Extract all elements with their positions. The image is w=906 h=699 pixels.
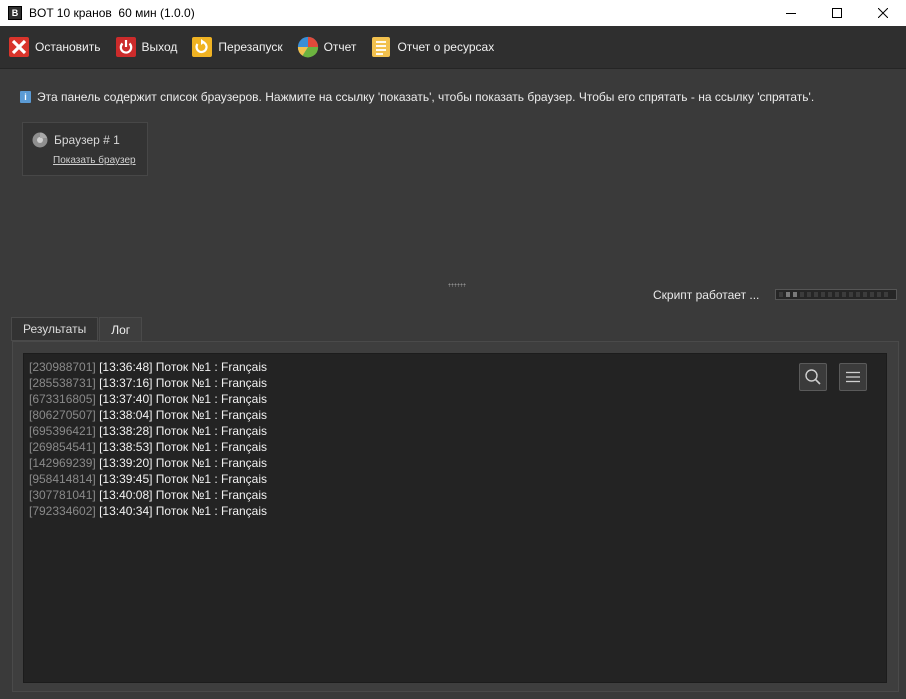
info-message: i Эта панель содержит список браузеров. …	[20, 90, 900, 104]
tab-log[interactable]: Лог	[99, 317, 143, 342]
log-line: [269854541] [13:38:53] Поток №1 : França…	[29, 439, 886, 455]
browser-card: Браузер # 1 Показать браузер	[22, 122, 148, 176]
toolbar: Остановить Выход Перезапуск Отчет Отчет …	[0, 26, 906, 69]
resources-report-button[interactable]: Отчет о ресурсах	[370, 32, 494, 62]
log-line-id: [269854541]	[29, 440, 96, 454]
log-search-button[interactable]	[799, 363, 827, 391]
restart-button[interactable]: Перезапуск	[191, 32, 283, 62]
tab-results[interactable]: Результаты	[11, 317, 99, 341]
log-line-id: [695396421]	[29, 424, 96, 438]
browser-card-header: Браузер # 1	[32, 132, 120, 148]
log-menu-button[interactable]	[839, 363, 867, 391]
stop-icon	[8, 36, 30, 58]
log-line-message: [13:37:40] Поток №1 : Français	[99, 392, 268, 406]
log-line: [142969239] [13:39:20] Поток №1 : França…	[29, 455, 886, 471]
report-button[interactable]: Отчет	[297, 32, 357, 62]
minimize-icon	[786, 13, 796, 14]
log-line: [230988701] [13:36:48] Поток №1 : França…	[29, 359, 886, 375]
close-button[interactable]	[860, 0, 906, 26]
log-output: [230988701] [13:36:48] Поток №1 : França…	[23, 353, 887, 683]
browser-title: Браузер # 1	[54, 133, 120, 147]
log-line-message: [13:38:28] Поток №1 : Français	[99, 424, 268, 438]
log-line: [673316805] [13:37:40] Поток №1 : França…	[29, 391, 886, 407]
minimize-button[interactable]	[768, 0, 814, 26]
log-line-message: [13:36:48] Поток №1 : Français	[99, 360, 268, 374]
log-line-message: [13:40:34] Поток №1 : Français	[99, 504, 268, 518]
exit-label: Выход	[141, 40, 178, 54]
log-line-message: [13:38:53] Поток №1 : Français	[99, 440, 268, 454]
maximize-button[interactable]	[814, 0, 860, 26]
stop-label: Остановить	[35, 40, 101, 54]
log-line: [285538731] [13:37:16] Поток №1 : França…	[29, 375, 886, 391]
log-line-id: [142969239]	[29, 456, 96, 470]
log-panel: [230988701] [13:36:48] Поток №1 : França…	[12, 341, 899, 692]
log-line-message: [13:40:08] Поток №1 : Français	[99, 488, 268, 502]
resources-report-label: Отчет о ресурсах	[397, 40, 495, 54]
log-line: [806270507] [13:38:04] Поток №1 : França…	[29, 407, 886, 423]
log-line: [307781041] [13:40:08] Поток №1 : França…	[29, 487, 886, 503]
maximize-icon	[832, 8, 842, 18]
browser-icon	[32, 132, 48, 148]
panel-splitter-handle[interactable]	[448, 283, 466, 287]
log-line-id: [230988701]	[29, 360, 96, 374]
pie-chart-icon	[297, 36, 319, 58]
log-line-id: [806270507]	[29, 408, 96, 422]
log-tools	[787, 363, 867, 391]
log-line-id: [285538731]	[29, 376, 96, 390]
app-icon: B	[8, 6, 22, 20]
window-title: BOT 10 кранов 60 мин (1.0.0)	[29, 6, 195, 20]
bottom-tabs: Результаты Лог	[11, 317, 143, 342]
report-label: Отчет	[323, 40, 357, 54]
close-icon	[878, 8, 888, 18]
exit-button[interactable]: Выход	[115, 32, 178, 62]
log-line-message: [13:38:04] Поток №1 : Français	[99, 408, 268, 422]
search-icon	[805, 369, 821, 385]
power-icon	[115, 36, 137, 58]
log-line-id: [958414814]	[29, 472, 96, 486]
log-line: [695396421] [13:38:28] Поток №1 : França…	[29, 423, 886, 439]
title-bar: B BOT 10 кранов 60 мин (1.0.0)	[0, 0, 906, 26]
log-lines: [230988701] [13:36:48] Поток №1 : França…	[29, 359, 886, 519]
info-text: Эта панель содержит список браузеров. На…	[37, 90, 815, 104]
restart-label: Перезапуск	[218, 40, 283, 54]
info-icon: i	[20, 91, 31, 103]
restart-icon	[191, 36, 213, 58]
menu-icon	[846, 371, 860, 383]
activity-indicator	[775, 289, 897, 300]
log-line: [958414814] [13:39:45] Поток №1 : França…	[29, 471, 886, 487]
log-line: [792334602] [13:40:34] Поток №1 : França…	[29, 503, 886, 519]
stop-button[interactable]: Остановить	[8, 32, 101, 62]
window-controls	[768, 0, 906, 26]
log-line-id: [792334602]	[29, 504, 96, 518]
log-line-id: [673316805]	[29, 392, 96, 406]
show-browser-link[interactable]: Показать браузер	[53, 155, 136, 166]
log-line-id: [307781041]	[29, 488, 96, 502]
log-line-message: [13:39:20] Поток №1 : Français	[99, 456, 268, 470]
log-line-message: [13:37:16] Поток №1 : Français	[99, 376, 268, 390]
script-status-text: Скрипт работает ...	[653, 288, 760, 302]
log-line-message: [13:39:45] Поток №1 : Français	[99, 472, 268, 486]
resources-list-icon	[370, 36, 392, 58]
